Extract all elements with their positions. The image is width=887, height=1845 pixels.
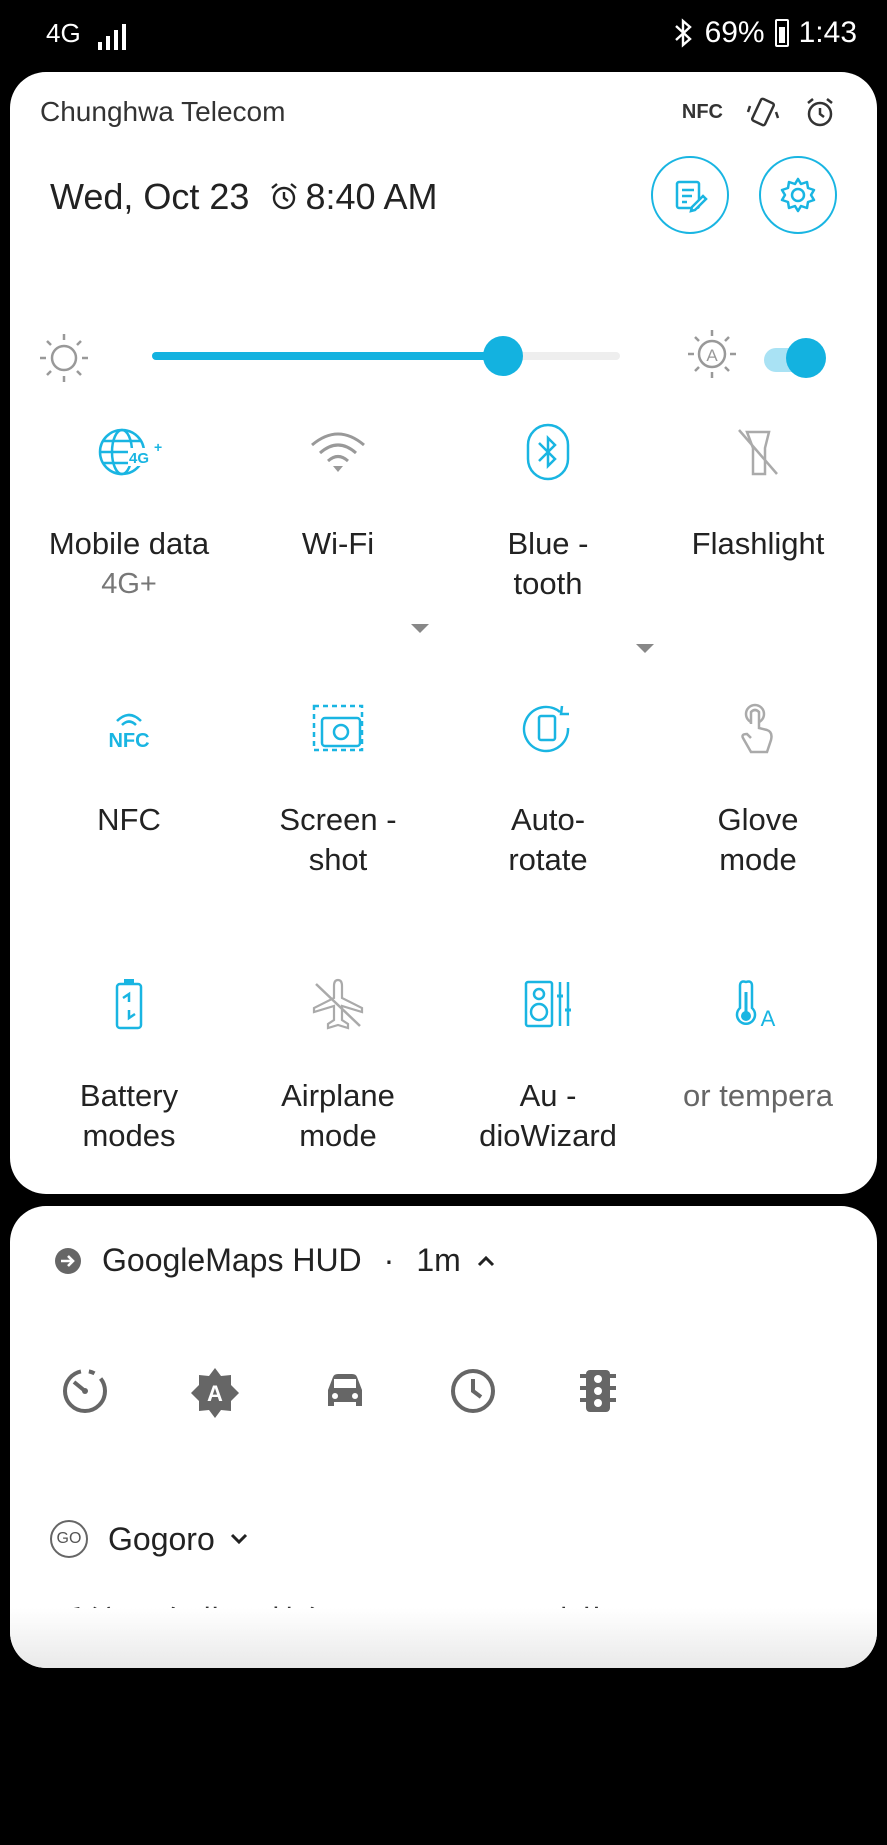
screenshot-icon <box>312 704 364 752</box>
airplane-icon <box>312 978 364 1030</box>
tile-label: Blue - tooth <box>507 526 589 601</box>
tile-glove-mode[interactable]: Glove mode <box>653 688 863 880</box>
tile-flashlight[interactable]: Flashlight <box>653 412 863 564</box>
date-label: Wed, Oct 23 <box>50 176 250 217</box>
svg-text:NFC: NFC <box>108 730 149 752</box>
tile-bluetooth[interactable]: Blue - tooth <box>443 412 653 604</box>
svg-text:A: A <box>706 346 718 365</box>
auto-brightness-icon[interactable]: A <box>684 326 740 382</box>
brightness-row: A <box>10 262 877 382</box>
chevron-up-icon[interactable] <box>475 1253 497 1269</box>
gogoro-icon: GO <box>50 1520 88 1558</box>
tile-battery-modes[interactable]: Battery modes <box>24 964 234 1156</box>
brightness-slider[interactable] <box>152 336 620 376</box>
tile-airplane-mode[interactable]: Airplane mode <box>233 964 443 1156</box>
battery-icon <box>774 19 789 47</box>
flashlight-icon <box>738 429 778 476</box>
carrier-name: Chunghwa Telecom <box>40 96 286 127</box>
svg-text:4G: 4G <box>129 450 149 467</box>
status-bar: 4G 69% 1:43 <box>0 0 887 70</box>
tile-wifi[interactable]: Wi-Fi <box>233 412 443 564</box>
tile-label: Wi-Fi <box>301 526 375 561</box>
brightness-low-icon <box>40 334 88 382</box>
tile-auto-rotate[interactable]: Auto- rotate <box>443 688 653 880</box>
tile-label: Auto- rotate <box>508 802 588 877</box>
auto-brightness-icon[interactable]: A <box>188 1366 242 1420</box>
maps-notification-header[interactable]: GoogleMaps HUD · 1m <box>54 1242 497 1279</box>
tile-label: Screen - shot <box>279 802 397 877</box>
bluetooth-icon <box>526 423 570 481</box>
chevron-down-icon[interactable] <box>229 1532 249 1546</box>
maps-notification-time: 1m <box>416 1242 461 1278</box>
tile-label: Flashlight <box>691 526 825 561</box>
glove-icon <box>741 703 773 754</box>
tile-mobile-data[interactable]: 4G + Mobile data 4G+ <box>24 412 234 604</box>
tile-audiowizard[interactable]: Au - dioWizard <box>443 964 653 1156</box>
svg-text:A: A <box>207 1381 223 1406</box>
battery-modes-icon <box>115 979 143 1030</box>
tile-label: Glove mode <box>717 802 799 877</box>
notification-shade-edge <box>10 1608 877 1668</box>
tile-label: Au - dioWizard <box>479 1078 617 1153</box>
gogoro-notification-header[interactable]: GO Gogoro <box>50 1520 249 1558</box>
wifi-icon <box>311 432 365 472</box>
auto-brightness-toggle-knob[interactable] <box>786 338 826 378</box>
traffic-light-icon[interactable] <box>576 1366 620 1416</box>
tile-label: Battery modes <box>79 1078 179 1153</box>
tile-sublabel: 4G+ <box>101 568 157 600</box>
edit-icon <box>675 180 708 213</box>
signal-icon <box>98 20 126 50</box>
tile-label: Airplane mode <box>281 1078 395 1153</box>
header-separator: · <box>383 1242 395 1278</box>
svg-text:A: A <box>761 1006 776 1031</box>
svg-text:+: + <box>154 439 162 455</box>
bluetooth-dropdown-caret[interactable] <box>636 644 654 653</box>
clock-icon[interactable] <box>448 1366 498 1416</box>
nfc-icon: NFC <box>108 713 150 752</box>
tile-color-temperature[interactable]: A or tempera <box>653 964 863 1116</box>
tile-label: or tempera <box>683 1078 833 1113</box>
brightness-handle[interactable] <box>483 336 523 376</box>
tile-screenshot[interactable]: Screen - shot <box>233 688 443 880</box>
mobile-data-icon: 4G + <box>98 428 162 476</box>
brightness-fill <box>152 352 503 360</box>
audiowizard-icon <box>524 980 571 1028</box>
clock: 1:43 <box>798 16 857 49</box>
wifi-dropdown-caret[interactable] <box>411 624 429 633</box>
nfc-icon: NFC <box>681 100 723 123</box>
alarm-icon <box>807 98 833 127</box>
directions-icon <box>55 1247 81 1274</box>
alarm-time: 8:40 AM <box>305 176 438 217</box>
car-icon[interactable] <box>320 1366 370 1416</box>
vibrate-icon <box>746 97 780 127</box>
edit-button[interactable] <box>651 156 729 234</box>
date-alarm-row[interactable]: Wed, Oct 23 8:40 AM <box>50 176 438 218</box>
battery-percent: 69% <box>704 16 765 49</box>
tile-nfc[interactable]: NFC NFC <box>24 688 234 840</box>
tile-label: Mobile data <box>48 526 210 561</box>
color-temperature-icon: A <box>735 980 776 1031</box>
gear-icon <box>780 177 816 213</box>
network-type: 4G <box>46 18 81 48</box>
settings-button[interactable] <box>759 156 837 234</box>
notification-card: GoogleMaps HUD · 1m A GO Gogoro 系統正在背景執行… <box>10 1206 877 1668</box>
tile-label: NFC <box>97 802 161 837</box>
alarm-icon <box>271 183 298 210</box>
auto-rotate-icon <box>522 705 570 753</box>
quick-settings-panel: Chunghwa Telecom NFC Wed, Oct 23 8:40 AM… <box>10 72 877 1194</box>
speedometer-icon[interactable] <box>60 1366 110 1416</box>
gogoro-app-name: Gogoro <box>108 1520 215 1557</box>
maps-app-name: GoogleMaps HUD <box>102 1242 362 1278</box>
bluetooth-icon <box>674 18 692 48</box>
